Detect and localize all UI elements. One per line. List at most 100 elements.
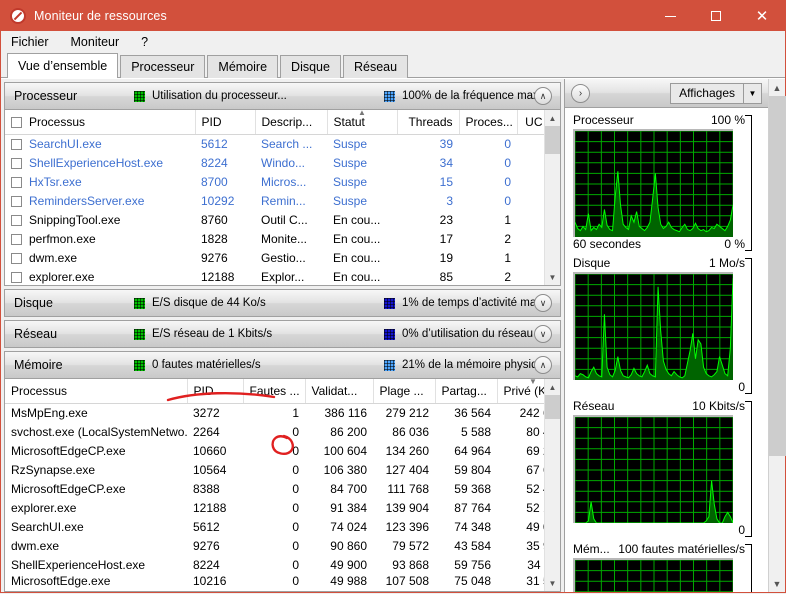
collapse-chevron-icon-processeur[interactable]: ∧: [534, 87, 552, 105]
cpu-scroll-track[interactable]: [545, 126, 561, 269]
table-row[interactable]: MicrosoftEdgeCP.exe8388084 700111 76859 …: [5, 479, 544, 498]
cpu-table-scrollbar[interactable]: ▲ ▼: [544, 110, 560, 285]
cell-pid: 5612: [187, 517, 243, 536]
mem-col-pid[interactable]: PID: [187, 379, 243, 403]
collapse-chevron-icon-memoire[interactable]: ∧: [534, 356, 552, 374]
cell-pid: 12188: [187, 498, 243, 517]
expand-chevron-icon-disque[interactable]: ∨: [534, 294, 552, 312]
table-row[interactable]: HxTsr.exe8700Micros...Suspe1500.00: [5, 172, 544, 191]
row-checkbox[interactable]: [11, 139, 22, 150]
section-header-reseau[interactable]: Réseau E/S réseau de 1 Kbits/s 0% d’util…: [5, 321, 560, 347]
tab-processeur[interactable]: Processeur: [120, 55, 205, 78]
table-row[interactable]: ShellExperienceHost.exe8224Windo...Suspe…: [5, 153, 544, 172]
section-header-memoire[interactable]: Mémoire 0 fautes matérielles/s 21% de la…: [5, 352, 560, 379]
menu-moniteur[interactable]: Moniteur: [71, 35, 120, 49]
scroll-down-icon[interactable]: ▼: [545, 269, 561, 285]
section-header-disque[interactable]: Disque E/S disque de 44 Ko/s 1% de temps…: [5, 290, 560, 316]
row-checkbox[interactable]: [11, 158, 22, 169]
graph-wrap: [573, 415, 768, 523]
cell-pid: 10564: [187, 460, 243, 479]
scroll-up-icon[interactable]: ▲: [769, 79, 786, 96]
table-row[interactable]: SearchUI.exe5612Search ...Suspe3900.00: [5, 134, 544, 153]
cell-private: 49 048: [497, 517, 544, 536]
close-button[interactable]: ✕: [739, 1, 785, 31]
cell-status: En cou...: [327, 210, 397, 229]
graphs-scroll-track[interactable]: [769, 96, 786, 575]
table-row[interactable]: dwm.exe9276090 86079 57243 58435 988: [5, 536, 544, 555]
views-dropdown[interactable]: Affichages ▼: [670, 83, 762, 104]
minimize-button[interactable]: [647, 1, 693, 31]
memory-scroll-thumb[interactable]: [545, 395, 561, 419]
tab-strip: Vue d’ensemble Processeur Mémoire Disque…: [1, 53, 785, 78]
row-checkbox[interactable]: [11, 196, 22, 207]
cell-process-name: MicrosoftEdge.exe: [5, 574, 187, 588]
main-content: Processeur Utilisation du processeur... …: [1, 78, 785, 592]
mem-col-plage[interactable]: Plage ...: [373, 379, 435, 403]
mem-col-processus[interactable]: Processus: [5, 379, 187, 403]
table-row[interactable]: MsMpEng.exe32721386 116279 21236 564242 …: [5, 403, 544, 422]
section-header-processeur[interactable]: Processeur Utilisation du processeur... …: [5, 83, 560, 110]
tab-disque[interactable]: Disque: [280, 55, 341, 78]
mem-col-validation[interactable]: Validat...: [305, 379, 373, 403]
cpu-col-threads[interactable]: Threads: [397, 110, 459, 134]
table-row[interactable]: perfmon.exe1828Monite...En cou...1721.16: [5, 229, 544, 248]
memory-scroll-track[interactable]: [545, 395, 561, 575]
table-row[interactable]: ShellExperienceHost.exe8224049 90093 868…: [5, 555, 544, 574]
row-checkbox[interactable]: [11, 253, 22, 264]
cell-hard-faults: 1: [243, 403, 305, 422]
table-row[interactable]: SearchUI.exe5612074 024123 39674 34849 0…: [5, 517, 544, 536]
cell-pid: 3272: [187, 403, 243, 422]
graphs-scroll-thumb[interactable]: [769, 96, 786, 456]
cell-process-name: explorer.exe: [5, 498, 187, 517]
cpu-table-element: Processus PID Descrip... ▲Statut Threads…: [5, 110, 544, 285]
menu-help[interactable]: ?: [141, 35, 148, 49]
cpu-col-statut[interactable]: ▲Statut: [327, 110, 397, 134]
select-all-checkbox[interactable]: [11, 117, 22, 128]
cell-pid: 10216: [187, 574, 243, 588]
cell-working-set: 123 396: [373, 517, 435, 536]
cpu-col-uc-moyenne[interactable]: UC mo...: [517, 110, 544, 134]
table-row[interactable]: explorer.exe12188091 384139 90487 76452 …: [5, 498, 544, 517]
tab-memoire[interactable]: Mémoire: [207, 55, 278, 78]
cpu-col-proces[interactable]: Proces...: [459, 110, 517, 134]
section-title-disque: Disque: [14, 296, 134, 310]
menu-bar: Fichier Moniteur ?: [1, 31, 785, 53]
cell-pid: 10292: [195, 191, 255, 210]
tab-reseau[interactable]: Réseau: [343, 55, 408, 78]
table-row[interactable]: RzSynapse.exe105640106 380127 40459 8046…: [5, 460, 544, 479]
memory-table-scrollbar[interactable]: ▲ ▼: [544, 379, 560, 591]
mem-col-partage[interactable]: Partag...: [435, 379, 497, 403]
cpu-col-processus[interactable]: Processus: [5, 110, 195, 134]
mem-col-fautes[interactable]: Fautes ...: [243, 379, 305, 403]
row-checkbox[interactable]: [11, 215, 22, 226]
table-row[interactable]: MicrosoftEdgeCP.exe106600100 604134 2606…: [5, 441, 544, 460]
row-checkbox[interactable]: [11, 234, 22, 245]
menu-fichier[interactable]: Fichier: [11, 35, 49, 49]
tab-vue-densemble[interactable]: Vue d’ensemble: [7, 53, 118, 78]
maximize-button[interactable]: [693, 1, 739, 31]
table-row[interactable]: dwm.exe9276Gestio...En cou...1910.98: [5, 248, 544, 267]
expand-chevron-icon-reseau[interactable]: ∨: [534, 325, 552, 343]
cell-private: 35 988: [497, 536, 544, 555]
row-checkbox[interactable]: [11, 177, 22, 188]
cell-description: Explor...: [255, 267, 327, 285]
scroll-down-icon[interactable]: ▼: [545, 575, 561, 591]
scroll-up-icon[interactable]: ▲: [545, 110, 561, 126]
cpu-col-pid[interactable]: PID: [195, 110, 255, 134]
table-row[interactable]: RemindersServer.exe10292Remin...Suspe300…: [5, 191, 544, 210]
scroll-down-icon[interactable]: ▼: [769, 575, 786, 592]
cpu-scroll-thumb[interactable]: [545, 126, 561, 154]
cpu-col-description[interactable]: Descrip...: [255, 110, 327, 134]
table-row[interactable]: explorer.exe12188Explor...En cou...8520.…: [5, 267, 544, 285]
table-row[interactable]: SnippingTool.exe8760Outil C...En cou...2…: [5, 210, 544, 229]
table-row[interactable]: MicrosoftEdge.exe10216049 988107 50875 0…: [5, 574, 544, 588]
table-row[interactable]: svchost.exe (LocalSystemNetwo...2264086 …: [5, 422, 544, 441]
cell-threads: 34: [397, 153, 459, 172]
mem-col-prive[interactable]: ▼Privé (Ko): [497, 379, 544, 403]
maximize-icon: [711, 11, 721, 21]
expand-panel-icon[interactable]: ›: [571, 84, 590, 103]
graph-block-mm: Mém...100 fautes matérielles/s0: [573, 537, 768, 592]
graphs-scrollbar[interactable]: ▲ ▼: [768, 79, 785, 592]
row-checkbox[interactable]: [11, 272, 22, 283]
scroll-up-icon[interactable]: ▲: [545, 379, 561, 395]
